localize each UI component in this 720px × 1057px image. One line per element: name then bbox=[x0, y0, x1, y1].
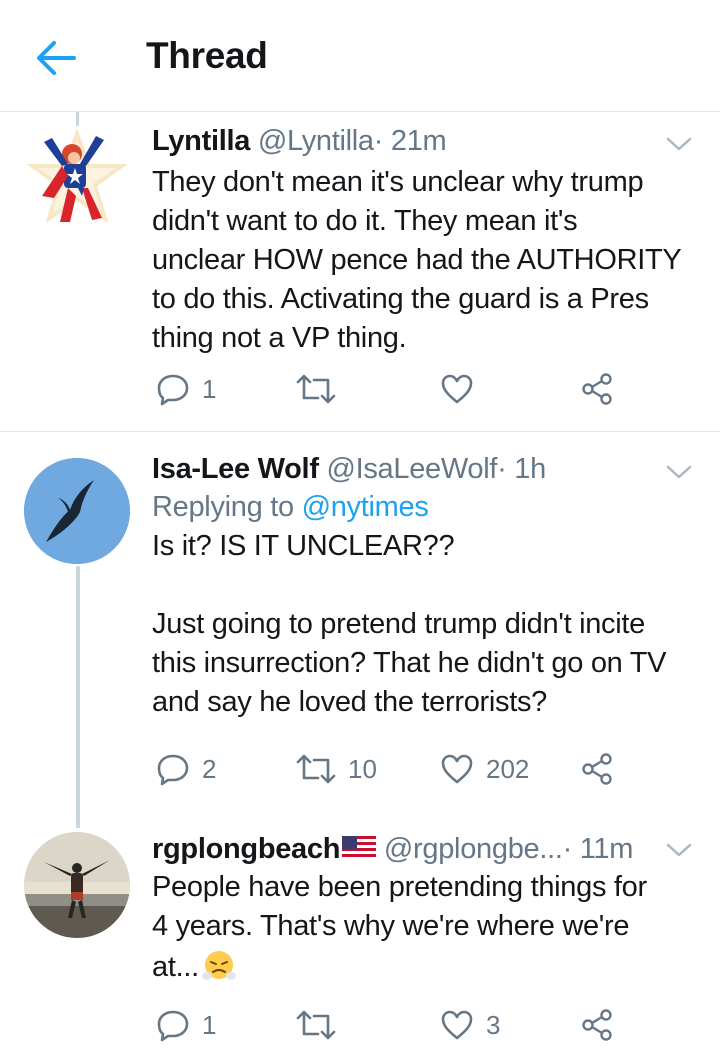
tweet-text-line: They don't mean it's unclear why trump bbox=[152, 166, 644, 198]
arrow-left-icon bbox=[37, 41, 76, 75]
tweet-text-line: at... bbox=[152, 946, 697, 987]
author-name[interactable]: Lyntilla bbox=[152, 125, 250, 157]
reply-count: 1 bbox=[202, 373, 217, 404]
like-button[interactable] bbox=[440, 369, 486, 409]
tweet-text: They don't mean it's unclear why trump d… bbox=[152, 163, 697, 358]
reply-count: 1 bbox=[202, 1009, 217, 1040]
tweet-header: Isa-Lee Wolf @IsaLeeWolf· 1h bbox=[152, 452, 697, 486]
tweet-content: Isa-Lee Wolf @IsaLeeWolf· 1h Replying to… bbox=[152, 452, 697, 722]
tweet-text-line: didn't want to do it. They mean it's bbox=[152, 205, 578, 237]
timestamp: · 21m bbox=[373, 125, 447, 157]
share-icon bbox=[582, 753, 612, 785]
timestamp: · 1h bbox=[497, 453, 546, 485]
tweet-text-line: to do this. Activating the guard is a Pr… bbox=[152, 283, 649, 315]
tweet-content: rgplongbeach @rgplongbe...· 11m People h… bbox=[152, 832, 697, 987]
replying-to-handle-link[interactable]: @nytimes bbox=[302, 491, 429, 523]
chevron-down-icon[interactable] bbox=[664, 134, 694, 154]
tweet-text-line: thing not a VP thing. bbox=[152, 322, 407, 354]
heart-icon bbox=[441, 754, 473, 784]
author-handle[interactable]: @Lyntilla bbox=[258, 125, 374, 157]
like-button[interactable]: 3 bbox=[440, 1005, 500, 1045]
retweet-icon bbox=[296, 1010, 336, 1040]
reply-icon bbox=[157, 1010, 189, 1042]
tweet-actions: 1 bbox=[156, 369, 676, 409]
tweet-rgplongbeach[interactable]: rgplongbeach @rgplongbe...· 11m People h… bbox=[0, 812, 720, 1057]
beach-avatar-image bbox=[24, 832, 130, 938]
us-flag-icon bbox=[342, 836, 377, 860]
tweet-text-line: this insurrection? That he didn't go on … bbox=[152, 647, 667, 679]
tweet-isaleewolf[interactable]: Isa-Lee Wolf @IsaLeeWolf· 1h Replying to… bbox=[0, 432, 720, 812]
retweet-button[interactable] bbox=[296, 1005, 348, 1045]
seagull-avatar-image bbox=[24, 458, 130, 564]
retweet-count: 10 bbox=[348, 753, 377, 784]
tweet-content: Lyntilla @Lyntilla· 21m They don't mean … bbox=[152, 124, 697, 358]
page-title: Thread bbox=[146, 35, 268, 76]
like-count: 202 bbox=[486, 753, 530, 784]
reply-icon bbox=[157, 754, 189, 786]
reply-button[interactable]: 2 bbox=[156, 749, 216, 789]
tweet-actions: 1 3 bbox=[156, 1005, 676, 1045]
tweet-header: Lyntilla @Lyntilla· 21m bbox=[152, 124, 697, 158]
retweet-button[interactable]: 10 bbox=[296, 749, 377, 789]
tweet-text: People have been pretending things for 4… bbox=[152, 868, 697, 987]
heart-icon bbox=[441, 374, 473, 404]
reply-button[interactable]: 1 bbox=[156, 1005, 216, 1045]
heart-icon bbox=[441, 1010, 473, 1040]
replying-to: Replying to @nytimes bbox=[152, 488, 697, 527]
reply-button[interactable]: 1 bbox=[156, 369, 216, 409]
top-bar: Thread bbox=[0, 0, 720, 112]
tweet-header: rgplongbeach @rgplongbe...· 11m bbox=[152, 832, 697, 866]
tweet-text-line: and say he loved the terrorists? bbox=[152, 686, 548, 718]
tweet-text-line: 4 years. That's why we're where we're bbox=[152, 910, 630, 942]
tweet-text-line: Just going to pretend trump didn't incit… bbox=[152, 608, 645, 640]
retweet-icon bbox=[296, 374, 336, 404]
tweet-text-line: Is it? IS IT UNCLEAR?? bbox=[152, 530, 455, 562]
share-icon bbox=[582, 373, 612, 405]
share-button[interactable] bbox=[580, 369, 614, 409]
reply-count: 2 bbox=[202, 753, 217, 784]
author-handle[interactable]: @rgplongbe... bbox=[384, 833, 563, 865]
tweet-text: Is it? IS IT UNCLEAR?? Just going to pre… bbox=[152, 527, 697, 722]
replying-to-label: Replying to bbox=[152, 491, 294, 523]
face-with-steam-from-nose-icon bbox=[201, 951, 236, 980]
avatar[interactable] bbox=[24, 458, 130, 564]
chevron-down-icon[interactable] bbox=[664, 462, 694, 482]
author-name[interactable]: Isa-Lee Wolf bbox=[152, 453, 319, 485]
superhero-avatar-image bbox=[26, 128, 128, 224]
chevron-down-icon[interactable] bbox=[664, 840, 694, 860]
retweet-button[interactable] bbox=[296, 369, 348, 409]
like-count: 3 bbox=[486, 1009, 501, 1040]
retweet-icon bbox=[296, 754, 336, 784]
tweet-actions: 2 10 202 bbox=[156, 749, 676, 789]
reply-icon bbox=[157, 374, 189, 406]
share-button[interactable] bbox=[580, 749, 614, 789]
author-handle[interactable]: @IsaLeeWolf bbox=[326, 453, 497, 485]
author-name[interactable]: rgplongbeach bbox=[152, 833, 340, 865]
avatar[interactable] bbox=[24, 126, 130, 232]
tweet-lyntilla[interactable]: Lyntilla @Lyntilla· 21m They don't mean … bbox=[0, 112, 720, 432]
share-icon bbox=[582, 1009, 612, 1041]
avatar[interactable] bbox=[24, 832, 130, 938]
share-button[interactable] bbox=[580, 1005, 614, 1045]
like-button[interactable]: 202 bbox=[440, 749, 529, 789]
tweet-text-line: unclear HOW pence had the AUTHORITY bbox=[152, 244, 682, 276]
tweet-text-blank-line bbox=[152, 566, 697, 605]
timestamp: · 11m bbox=[562, 833, 634, 865]
tweet-text-line-part: at... bbox=[152, 951, 199, 983]
back-button[interactable] bbox=[34, 38, 78, 78]
tweet-text-line: People have been pretending things for bbox=[152, 871, 647, 903]
